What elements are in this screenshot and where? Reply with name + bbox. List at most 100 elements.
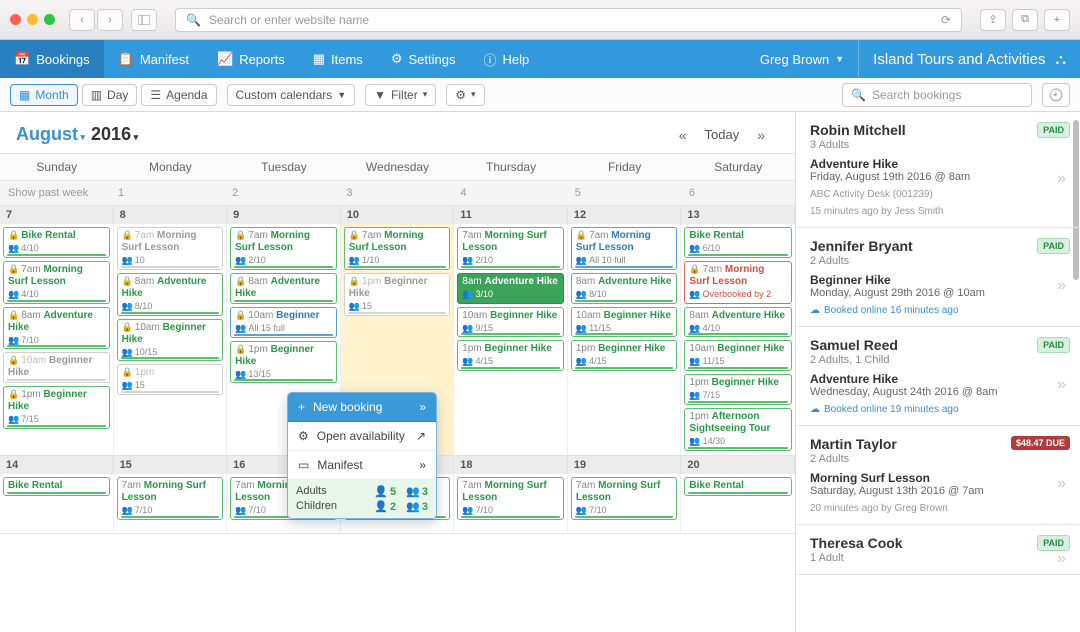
event-card[interactable]: 7am Morning Surf Lesson👥7/10	[117, 477, 224, 520]
view-day-button[interactable]: ▥Day	[82, 84, 138, 106]
event-card[interactable]: 8am Adventure Hike👥3/10	[457, 273, 564, 304]
event-card[interactable]: 🔒10am Beginner👥All 15 full	[230, 307, 337, 338]
show-past-week-row[interactable]: Show past week 1 2 3 4 5 6	[0, 181, 795, 206]
day-number[interactable]: 18	[454, 456, 568, 474]
event-card[interactable]: 🔒1pm 👥15	[117, 364, 224, 395]
open-availability-button[interactable]: ⚙ Open availability ↗	[288, 422, 436, 451]
event-card[interactable]: Bike Rental	[3, 477, 110, 496]
event-card[interactable]: 🔒1pm Beginner Hike👥7/15	[3, 386, 110, 429]
event-card[interactable]: 🔒8am Adventure Hike👥8/10	[117, 273, 224, 316]
event-card[interactable]: 🔒8am Adventure Hike👥7/10	[3, 307, 110, 350]
view-agenda-button[interactable]: ☰Agenda	[141, 84, 216, 106]
manifest-button[interactable]: ▭ Manifest »	[288, 451, 436, 480]
search-bookings-input[interactable]: 🔍 Search bookings	[842, 83, 1032, 107]
booking-card[interactable]: Samuel ReedPAID2 Adults, 1 ChildAdventur…	[796, 327, 1080, 426]
nav-manifest[interactable]: 📋 Manifest	[104, 40, 203, 78]
calendar-cell[interactable]: Bike Rental	[0, 474, 114, 534]
day-number[interactable]: 10	[341, 206, 455, 224]
brand-label[interactable]: Island Tours and Activities ⛬	[858, 40, 1080, 78]
next-period-button[interactable]: »	[757, 127, 765, 143]
booking-card[interactable]: Robin MitchellPAID3 AdultsAdventure Hike…	[796, 112, 1080, 228]
minimize-window-icon[interactable]	[27, 14, 38, 25]
share-icon[interactable]: ⇪	[980, 9, 1006, 31]
event-card[interactable]: 🔒10am Beginner Hike👥10/15	[117, 319, 224, 362]
settings-dropdown[interactable]: ⚙▾	[446, 84, 484, 106]
day-number[interactable]: 12	[568, 206, 682, 224]
event-card[interactable]: 8am Adventure Hike👥8/10	[571, 273, 678, 304]
event-card[interactable]: 🔒7am Morning Surf Lesson👥1/10	[344, 227, 451, 270]
maximize-window-icon[interactable]	[44, 14, 55, 25]
calendar-cell[interactable]: Bike Rental👥6/10🔒7am Morning Surf Lesson…	[681, 224, 795, 456]
event-card[interactable]: 1pm Afternoon Sightseeing Tour👥14/30	[684, 408, 792, 451]
calendar-cell[interactable]: 🔒7am Morning Surf Lesson👥10🔒8am Adventur…	[114, 224, 228, 456]
calendar-cell[interactable]: 🔒Bike Rental👥4/10🔒7am Morning Surf Lesso…	[0, 224, 114, 456]
event-card[interactable]: 🔒7am Morning Surf Lesson👥Overbooked by 2	[684, 261, 792, 304]
day-number[interactable]: 7	[0, 206, 114, 224]
calendar-cell[interactable]: 7am Morning Surf Lesson👥2/108am Adventur…	[454, 224, 568, 456]
calendar-cell[interactable]: 7am Morning Surf Lesson👥7/10	[568, 474, 682, 534]
event-card[interactable]: 7am Morning Surf Lesson👥2/10	[457, 227, 564, 270]
custom-calendars-dropdown[interactable]: Custom calendars▼	[227, 84, 356, 106]
payment-badge: PAID	[1037, 337, 1070, 353]
event-card[interactable]: 🔒1pm Beginner Hike👥15	[344, 273, 451, 316]
tabs-icon[interactable]: ⧉	[1012, 9, 1038, 31]
back-button[interactable]: ‹	[69, 9, 95, 31]
day-number[interactable]: 20	[681, 456, 795, 474]
day-number[interactable]: 19	[568, 456, 682, 474]
url-bar[interactable]: 🔍 Search or enter website name ⟳	[175, 8, 962, 32]
event-card[interactable]: Bike Rental	[684, 477, 792, 496]
day-number[interactable]: 14	[0, 456, 114, 474]
nav-bookings[interactable]: 📅 Bookings	[0, 40, 104, 78]
event-card[interactable]: 🔒10am Beginner Hike	[3, 352, 110, 383]
booking-card[interactable]: Jennifer BryantPAID2 AdultsBeginner Hike…	[796, 228, 1080, 327]
event-card[interactable]: Bike Rental👥6/10	[684, 227, 792, 258]
year-select[interactable]: 2016 ▾	[91, 124, 138, 145]
reload-icon[interactable]: ⟳	[941, 13, 951, 27]
booking-card[interactable]: Theresa CookPAID1 Adult»	[796, 525, 1080, 575]
new-tab-button[interactable]: +	[1044, 9, 1070, 31]
view-month-button[interactable]: ▦Month	[10, 84, 78, 106]
close-window-icon[interactable]	[10, 14, 21, 25]
calendar-cell[interactable]: 🔒7am Morning Surf Lesson👥All 10 full8am …	[568, 224, 682, 456]
calendar-cell[interactable]: Bike Rental	[681, 474, 795, 534]
event-card[interactable]: 🔒7am Morning Surf Lesson👥2/10	[230, 227, 337, 270]
event-card[interactable]: 🔒Bike Rental👥4/10	[3, 227, 110, 258]
event-card[interactable]: 10am Beginner Hike👥11/15	[684, 340, 792, 371]
filter-dropdown[interactable]: ▼Filter▾	[365, 84, 436, 106]
sidebar-toggle-icon[interactable]	[131, 9, 157, 31]
day-number[interactable]: 9	[227, 206, 341, 224]
event-card[interactable]: 🔒8am Adventure Hike	[230, 273, 337, 304]
clock-button[interactable]: 🕘	[1042, 83, 1070, 107]
new-booking-button[interactable]: + New booking »	[288, 393, 436, 422]
event-card[interactable]: 1pm Beginner Hike👥4/15	[571, 340, 678, 371]
day-number[interactable]: 8	[114, 206, 228, 224]
event-card[interactable]: 7am Morning Surf Lesson👥7/10	[571, 477, 678, 520]
today-button[interactable]: Today	[705, 127, 740, 142]
day-number[interactable]: 15	[114, 456, 228, 474]
user-menu[interactable]: Greg Brown ▼	[746, 40, 858, 78]
event-capacity: 👥All 15 full	[235, 323, 332, 334]
event-card[interactable]: 1pm Beginner Hike👥7/15	[684, 374, 792, 405]
nav-help[interactable]: ⓘ Help	[469, 40, 543, 78]
calendar-cell[interactable]: 7am Morning Surf Lesson👥7/10	[454, 474, 568, 534]
event-card[interactable]: 🔒7am Morning Surf Lesson👥4/10	[3, 261, 110, 304]
forward-button[interactable]: ›	[97, 9, 123, 31]
event-card[interactable]: 🔒1pm Beginner Hike👥13/15	[230, 341, 337, 384]
nav-items[interactable]: ▦ Items	[299, 40, 377, 78]
event-card[interactable]: 1pm Beginner Hike👥4/15	[457, 340, 564, 371]
nav-reports[interactable]: 📈 Reports	[203, 40, 299, 78]
event-card[interactable]: 🔒7am Morning Surf Lesson👥All 10 full	[571, 227, 678, 270]
event-card[interactable]: 🔒7am Morning Surf Lesson👥10	[117, 227, 224, 270]
prev-period-button[interactable]: «	[679, 127, 687, 143]
nav-settings[interactable]: ⚙ Settings	[377, 40, 470, 78]
month-select[interactable]: August ▾	[16, 124, 85, 145]
event-card[interactable]: 10am Beginner Hike👥9/15	[457, 307, 564, 338]
booking-card[interactable]: Martin Taylor$48.47 DUE2 AdultsMorning S…	[796, 426, 1080, 525]
event-card[interactable]: 8am Adventure Hike👥4/10	[684, 307, 792, 338]
event-card[interactable]: 10am Beginner Hike👥11/15	[571, 307, 678, 338]
event-card[interactable]: 7am Morning Surf Lesson👥7/10	[457, 477, 564, 520]
day-number[interactable]: 13	[681, 206, 795, 224]
event-capacity: 👥4/15	[462, 356, 559, 367]
day-number[interactable]: 11	[454, 206, 568, 224]
calendar-cell[interactable]: 7am Morning Surf Lesson👥7/10	[114, 474, 228, 534]
